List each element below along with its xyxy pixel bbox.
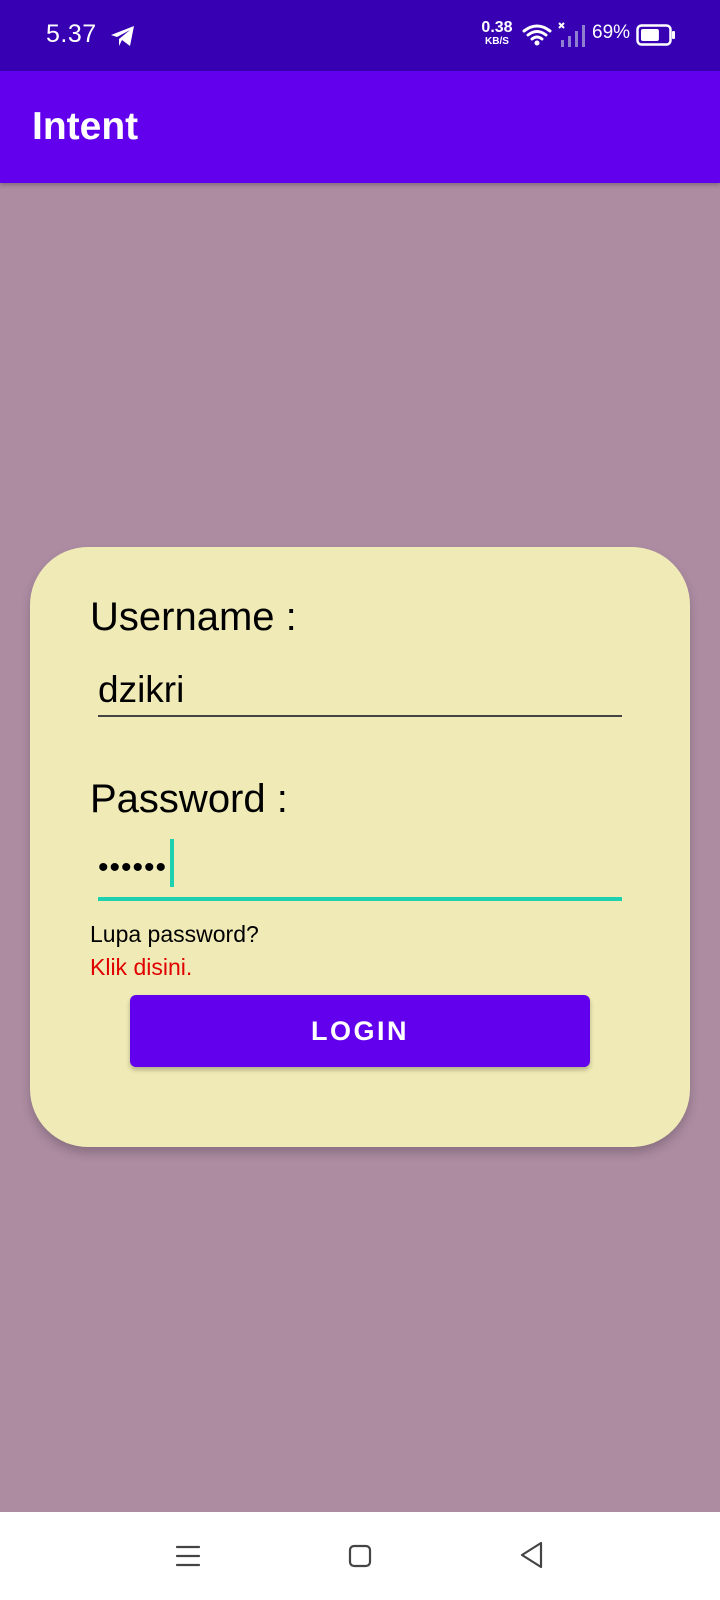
home-icon[interactable] — [346, 1542, 374, 1570]
username-field[interactable]: dzikri — [98, 659, 622, 717]
username-value: dzikri — [98, 669, 185, 710]
navigation-bar — [0, 1512, 720, 1600]
password-label: Password : — [90, 777, 288, 821]
wifi-icon — [522, 24, 552, 46]
forgot-password-text: Lupa password? — [90, 921, 259, 947]
login-button[interactable]: LOGIN — [130, 995, 590, 1067]
network-speed-unit: KB/S — [485, 36, 509, 47]
battery-icon — [636, 24, 675, 46]
forgot-password-link[interactable]: Klik disini. — [90, 954, 192, 981]
network-speed-value: 0.38 — [481, 19, 513, 36]
status-bar: 5.37 0.38 KB/S 69% — [0, 0, 720, 71]
text-cursor — [170, 839, 174, 887]
telegram-icon — [111, 26, 134, 46]
username-label: Username : — [90, 595, 297, 639]
signal-icon — [558, 22, 585, 47]
app-bar: Intent — [0, 71, 720, 183]
battery-percent: 69% — [592, 22, 631, 43]
password-field[interactable]: •••••• — [98, 839, 622, 901]
menu-icon[interactable] — [174, 1542, 202, 1570]
network-speed: 0.38 KB/S — [477, 20, 517, 47]
login-card: Username : dzikri Password : •••••• Lupa… — [30, 547, 690, 1147]
app-title: Intent — [32, 105, 139, 148]
password-value: •••••• — [98, 851, 168, 884]
back-icon[interactable] — [518, 1540, 546, 1570]
status-time: 5.37 — [46, 20, 97, 48]
